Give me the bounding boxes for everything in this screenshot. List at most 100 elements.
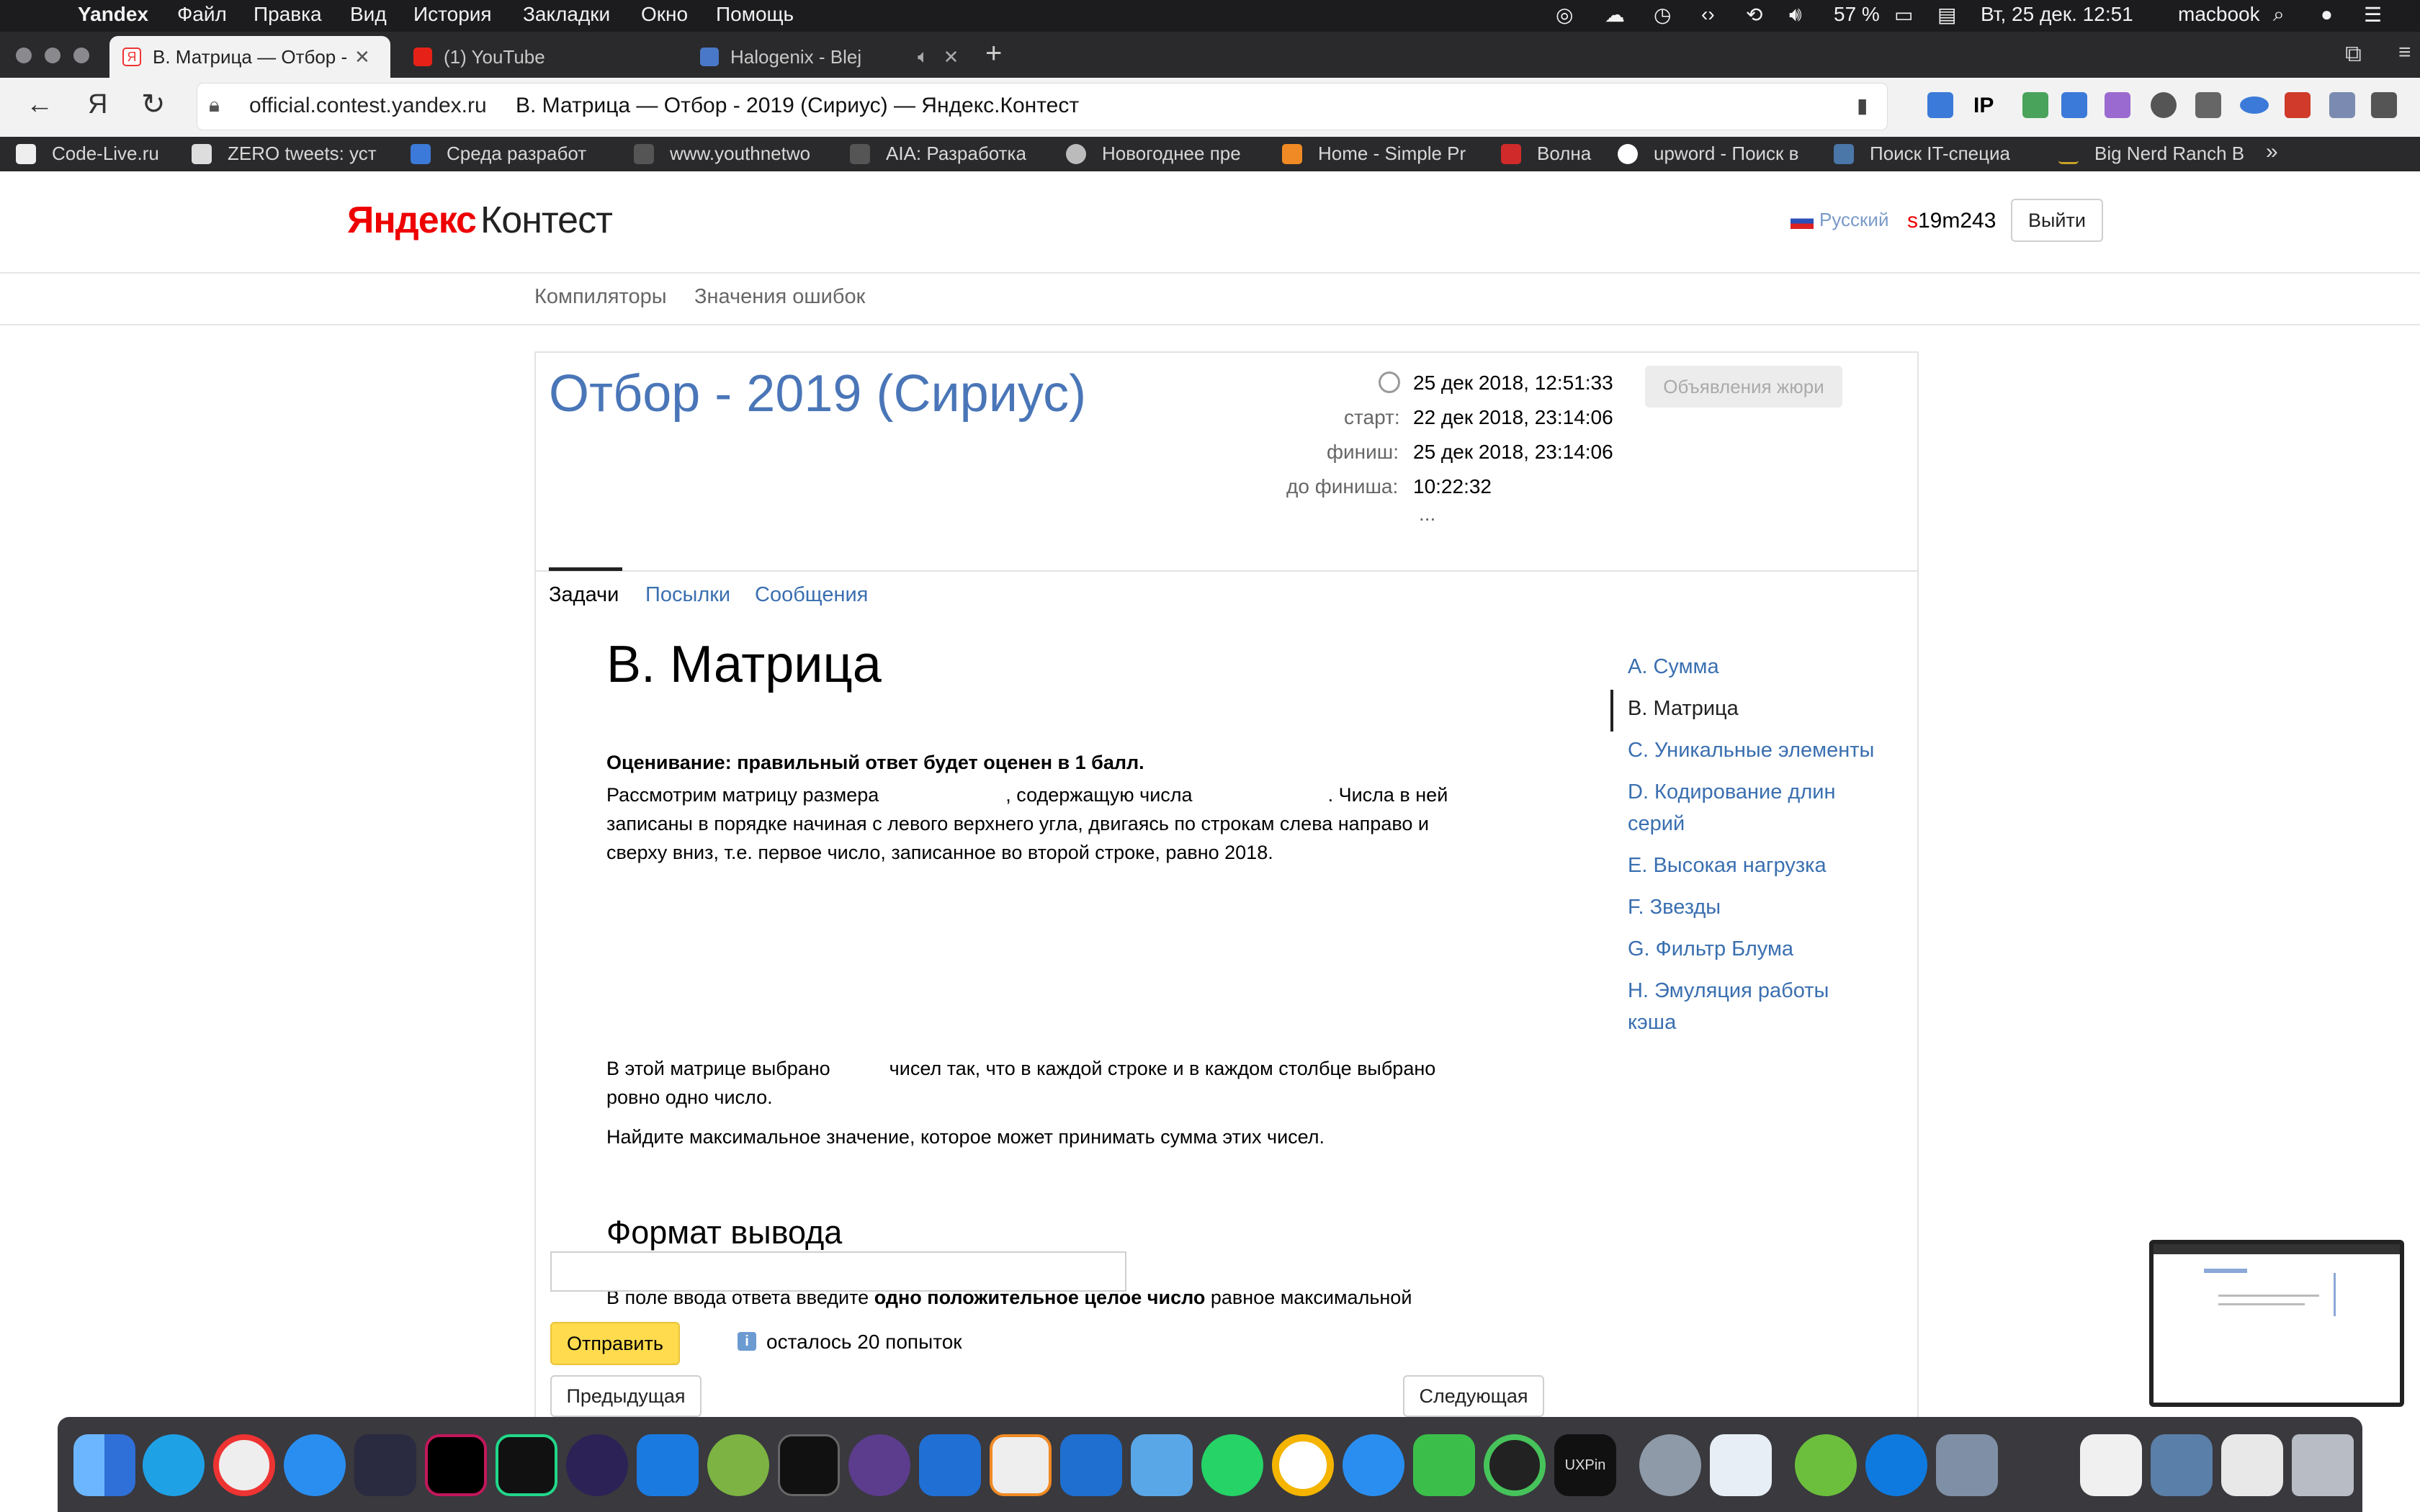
android-studio-icon[interactable] xyxy=(707,1434,769,1496)
trello-icon[interactable] xyxy=(1060,1434,1122,1496)
spotlight-icon[interactable]: ⌕ xyxy=(2273,3,2285,27)
bookmark-item[interactable]: Code-Live.ru xyxy=(16,143,159,165)
facetime-icon[interactable] xyxy=(1413,1434,1475,1496)
finder-icon[interactable] xyxy=(73,1434,135,1496)
document-icon[interactable] xyxy=(2080,1434,2142,1496)
menu-user[interactable]: macbook xyxy=(2178,3,2260,26)
audio-playing-icon[interactable]: 🔈︎ xyxy=(918,45,929,68)
tab-messages[interactable]: Сообщения xyxy=(755,583,868,607)
next-problem-button[interactable]: Следующая xyxy=(1403,1375,1544,1417)
problem-link-e[interactable]: E. Высокая нагрузка xyxy=(1628,850,1916,891)
extension-icon[interactable] xyxy=(2285,92,2311,118)
folder-icon[interactable] xyxy=(1131,1434,1193,1496)
utorrent-icon[interactable] xyxy=(1795,1434,1857,1496)
tab-list-icon[interactable]: ⧉ xyxy=(2345,40,2362,68)
contest-more-link[interactable]: ... xyxy=(1419,503,1435,526)
bookmarks-overflow-icon[interactable]: » xyxy=(2266,140,2278,164)
subnav-error-codes[interactable]: Значения ошибок xyxy=(694,285,865,309)
tab-active[interactable]: Я В. Матрица — Отбор - ✕ xyxy=(109,36,390,78)
menu-edit[interactable]: Правка xyxy=(254,3,322,26)
submit-button[interactable]: Отправить xyxy=(550,1322,680,1365)
safari-icon[interactable] xyxy=(284,1434,346,1496)
tab-youtube[interactable]: (1) YouTube xyxy=(400,36,681,78)
code-icon[interactable]: ‹› xyxy=(1701,3,1715,26)
tab-submissions[interactable]: Посылки xyxy=(645,583,730,607)
notification-center-icon[interactable]: ☰ xyxy=(2364,3,2382,27)
window-minimize-icon[interactable] xyxy=(45,48,60,63)
screenshot-thumbnail[interactable] xyxy=(2149,1240,2404,1407)
bookmark-item[interactable]: Среда разработ xyxy=(411,143,586,165)
photos-icon[interactable] xyxy=(1272,1434,1334,1496)
reload-icon[interactable]: ↻ xyxy=(141,88,166,121)
volume-icon[interactable]: 🔊︎ xyxy=(1789,3,1802,27)
problem-link-h[interactable]: H. Эмуляция работы кэша xyxy=(1628,975,1916,1038)
jury-announcements-button[interactable]: Объявления жюри xyxy=(1645,366,1842,408)
menu-icon[interactable]: ≡ xyxy=(2398,40,2411,65)
menu-view[interactable]: Вид xyxy=(350,3,387,26)
battery-icon[interactable]: ▭ xyxy=(1894,3,1913,27)
window-close-icon[interactable] xyxy=(16,48,32,63)
ip-extension-icon[interactable]: IP xyxy=(1973,94,1994,118)
bookmark-item[interactable]: Big Nerd Ranch B xyxy=(2058,143,2244,165)
subnav-compilers[interactable]: Компиляторы xyxy=(534,285,667,309)
bookmark-item[interactable]: upword - Поиск в xyxy=(1618,143,1798,165)
problem-link-g[interactable]: G. Фильтр Блума xyxy=(1628,933,1916,975)
vscode-icon[interactable] xyxy=(354,1434,416,1496)
yandex-browser-icon[interactable] xyxy=(213,1434,275,1496)
files-icon[interactable] xyxy=(2221,1434,2283,1496)
preview-icon[interactable] xyxy=(1936,1434,1998,1496)
contest-title[interactable]: Отбор - 2019 (Сириус) xyxy=(549,364,1086,423)
trash-icon[interactable] xyxy=(2292,1434,2354,1496)
extension-icon[interactable] xyxy=(2371,92,2397,118)
tab-close-icon[interactable]: ✕ xyxy=(944,46,959,68)
siri-icon[interactable]: ● xyxy=(2321,3,2333,26)
problem-link-a[interactable]: A. Сумма xyxy=(1628,651,1916,693)
pycharm-icon[interactable] xyxy=(496,1434,557,1496)
back-icon[interactable]: ← xyxy=(26,89,53,120)
extension-icon[interactable] xyxy=(2151,92,2177,118)
bookmark-item[interactable]: Волна xyxy=(1501,143,1591,165)
previous-problem-button[interactable]: Предыдущая xyxy=(550,1375,702,1417)
logout-button[interactable]: Выйти xyxy=(2011,199,2103,242)
intellij-icon[interactable] xyxy=(425,1434,487,1496)
menu-window[interactable]: Окно xyxy=(641,3,688,26)
bookmark-item[interactable]: ZERO tweets: уст xyxy=(192,143,377,165)
teamviewer-icon[interactable] xyxy=(1865,1434,1927,1496)
tab-halogenix[interactable]: Halogenix - Blej 🔈︎ ✕ xyxy=(687,36,968,78)
bookmark-icon[interactable]: ▮ xyxy=(1857,94,1868,117)
address-bar[interactable]: 🔒︎ official.contest.yandex.ru В. Матрица… xyxy=(197,84,1887,130)
tab-close-icon[interactable]: ✕ xyxy=(354,46,370,68)
time-machine-icon[interactable]: ◷ xyxy=(1654,3,1671,27)
menu-file[interactable]: Файл xyxy=(177,3,227,26)
bookmark-item[interactable]: AIA: Разработка xyxy=(850,143,1026,165)
downloads-icon[interactable] xyxy=(2151,1434,2213,1496)
circle-app-icon[interactable] xyxy=(1484,1434,1546,1496)
menu-history[interactable]: История xyxy=(413,3,492,26)
extension-icon[interactable] xyxy=(2240,96,2269,114)
yandex-home-icon[interactable]: Я xyxy=(88,89,107,120)
creative-cloud-icon[interactable]: ◎ xyxy=(1556,3,1573,27)
answer-input[interactable] xyxy=(550,1251,1126,1292)
problem-link-d[interactable]: D. Кодирование длин серий xyxy=(1628,776,1916,850)
new-tab-icon[interactable]: + xyxy=(985,37,1002,70)
menu-help[interactable]: Помощь xyxy=(716,3,794,26)
extension-icon[interactable] xyxy=(2105,92,2130,118)
username[interactable]: s19m243 xyxy=(1907,209,1996,233)
menu-datetime[interactable]: Вт, 25 дек. 12:51 xyxy=(1981,3,2133,26)
skype-icon[interactable] xyxy=(143,1434,205,1496)
extension-icon[interactable] xyxy=(1927,92,1953,118)
language-switch[interactable]: Русский xyxy=(1819,209,1888,231)
problem-link-c[interactable]: C. Уникальные элементы xyxy=(1628,734,1916,776)
system-preferences-icon[interactable] xyxy=(1639,1434,1701,1496)
battery-percent[interactable]: 57 % xyxy=(1834,3,1880,26)
bookmark-item[interactable]: Home - Simple Pr xyxy=(1282,143,1466,165)
uxpin-icon[interactable]: UXPin xyxy=(1554,1434,1616,1496)
extension-icon[interactable] xyxy=(2022,92,2048,118)
problem-link-b[interactable]: B. Матрица xyxy=(1628,693,1916,734)
lock-icon[interactable]: 🔒︎ xyxy=(209,94,220,117)
whatsapp-icon[interactable] xyxy=(1201,1434,1263,1496)
charts-icon[interactable] xyxy=(1710,1434,1772,1496)
messages-icon[interactable] xyxy=(1343,1434,1404,1496)
menu-bookmarks[interactable]: Закладки xyxy=(523,3,610,26)
menu-app-name[interactable]: Yandex xyxy=(78,3,148,26)
